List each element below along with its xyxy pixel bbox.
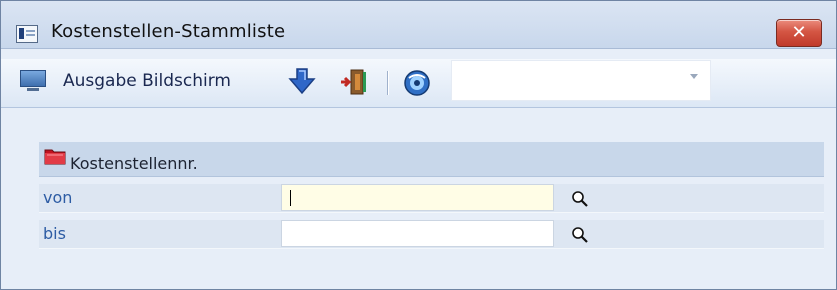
search-icon[interactable] [571,226,589,244]
text-caret [290,190,291,206]
output-screen-button[interactable]: Ausgabe Bildschirm [63,71,231,91]
from-label: von [43,188,73,207]
cost-center-section: Kostenstellennr. [39,142,824,177]
download-arrow-icon[interactable] [287,66,317,96]
window-app-icon [16,25,38,43]
dialog-window: Kostenstellen-Stammliste ✕ Ausgabe Bilds… [0,0,837,290]
toolbar-combo[interactable] [451,60,711,101]
folder-icon [44,149,66,165]
chevron-down-icon[interactable] [690,74,698,79]
title-bar: Kostenstellen-Stammliste ✕ [1,1,836,49]
disc-icon[interactable] [403,69,431,97]
monitor-icon[interactable] [18,68,48,92]
exit-door-icon[interactable] [339,68,369,96]
to-row: bis [39,220,824,249]
close-button[interactable]: ✕ [776,19,822,47]
toolbar-separator [387,71,388,95]
window-title: Kostenstellen-Stammliste [51,21,286,42]
search-icon[interactable] [571,190,589,208]
to-input[interactable] [281,220,554,247]
to-label: bis [43,224,66,243]
from-input[interactable] [281,184,554,211]
from-row: von [39,184,824,213]
section-title: Kostenstellennr. [70,154,198,173]
toolbar: Ausgabe Bildschirm [1,59,836,108]
